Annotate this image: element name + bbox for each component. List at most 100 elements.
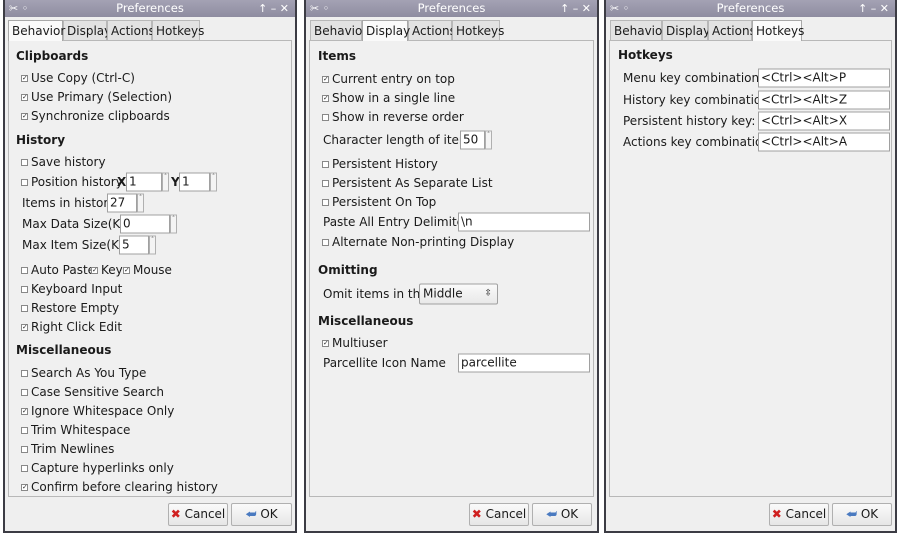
label: Use Copy (Ctrl-C) [31, 71, 135, 85]
history-key-input[interactable]: <Ctrl><Alt>Z [758, 90, 890, 110]
checkbox-checked-icon: ✓ [123, 265, 130, 274]
label: Save history [31, 155, 106, 169]
trim-newlines-checkbox[interactable]: Trim Newlines [21, 442, 114, 456]
char-length-input[interactable]: 50 [460, 130, 485, 150]
label: Restore Empty [31, 301, 120, 315]
app-menu-icon[interactable]: ✂ ◦ [310, 1, 329, 16]
restore-empty-checkbox[interactable]: Restore Empty [21, 301, 119, 315]
max-item-size-spinner[interactable]: ˄ [149, 235, 156, 255]
cancel-icon: ✖ [471, 507, 482, 521]
label: Ignore Whitespace Only [31, 404, 175, 418]
alternate-display-checkbox[interactable]: Alternate Non-printing Display [322, 235, 514, 249]
persistent-on-top-checkbox[interactable]: Persistent On Top [322, 195, 436, 209]
checkbox-checked-icon: ✓ [91, 265, 98, 274]
omit-items-select[interactable]: Middle ⇳ [419, 283, 498, 305]
label: Trim Newlines [31, 442, 115, 456]
capture-hyperlinks-checkbox[interactable]: Capture hyperlinks only [21, 461, 174, 475]
position-x-spinner[interactable]: ˄ [162, 172, 169, 192]
current-on-top-checkbox[interactable]: ✓ Current entry on top [322, 72, 455, 86]
max-data-size-input[interactable]: 0 [120, 214, 170, 234]
label: Persistent As Separate List [332, 176, 493, 190]
title-bar[interactable]: Preferences [606, 0, 895, 17]
title-bar[interactable]: Preferences [306, 0, 597, 17]
tab-behavior[interactable]: Behavior [310, 20, 367, 41]
auto-paste-checkbox[interactable]: Auto Paste [21, 263, 95, 277]
trim-whitespace-checkbox[interactable]: Trim Whitespace [21, 423, 130, 437]
label: Cancel [785, 507, 827, 521]
cancel-button[interactable]: ✖ Cancel [168, 503, 228, 526]
ok-arrow-icon: ⮨ [545, 507, 558, 521]
mouse-checkbox[interactable]: ✓ Mouse [123, 263, 172, 277]
tab-hotkeys[interactable]: Hotkeys [752, 20, 804, 41]
menu-key-input[interactable]: <Ctrl><Alt>P [758, 68, 890, 88]
icon-name-input[interactable]: parcellite [458, 353, 590, 373]
save-history-checkbox[interactable]: Save history [21, 155, 106, 169]
window-controls-icon[interactable]: ↑ – ✕ [858, 1, 889, 16]
persistent-separate-checkbox[interactable]: Persistent As Separate List [322, 176, 493, 190]
checkbox-icon [322, 238, 329, 246]
checkbox-icon [21, 266, 28, 274]
window-title: Preferences [417, 1, 486, 15]
icon-name-label: Parcellite Icon Name [323, 356, 446, 370]
tab-display[interactable]: Display [662, 20, 710, 41]
use-copy-checkbox[interactable]: ✓ Use Copy (Ctrl-C) [21, 71, 135, 85]
checkbox-checked-icon: ✓ [21, 73, 28, 82]
position-history-checkbox[interactable]: Position history [21, 175, 123, 189]
section-history: History [16, 133, 66, 147]
tab-hotkeys[interactable]: Hotkeys [152, 20, 204, 41]
char-length-spinner[interactable]: ˄ [485, 130, 492, 150]
key-checkbox[interactable]: ✓ Key [91, 263, 123, 277]
confirm-clear-checkbox[interactable]: ✓ Confirm before clearing history [21, 480, 218, 494]
single-line-checkbox[interactable]: ✓ Show in a single line [322, 91, 455, 105]
position-x-input[interactable]: 1 [126, 172, 162, 192]
section-omitting: Omitting [318, 263, 378, 277]
tab-actions[interactable]: Actions [408, 20, 456, 41]
reverse-order-checkbox[interactable]: Show in reverse order [322, 110, 464, 124]
ok-button[interactable]: ⮨ OK [231, 503, 292, 526]
cancel-button[interactable]: ✖ Cancel [469, 503, 529, 526]
tab-hotkeys[interactable]: Hotkeys [452, 20, 504, 41]
tab-behavior[interactable]: Behavior [8, 20, 65, 41]
label: Position history [31, 175, 123, 189]
checkbox-checked-icon: ✓ [21, 92, 28, 101]
label: Show in reverse order [332, 110, 464, 124]
use-primary-checkbox[interactable]: ✓ Use Primary (Selection) [21, 90, 172, 104]
position-y-input[interactable]: 1 [179, 172, 210, 192]
checkbox-checked-icon: ✓ [322, 93, 329, 102]
items-in-history-input[interactable]: 27 [107, 193, 137, 213]
position-y-spinner[interactable]: ˄ [210, 172, 217, 192]
checkbox-icon [21, 158, 28, 166]
title-bar[interactable]: Preferences [5, 0, 295, 17]
label: Confirm before clearing history [31, 480, 218, 494]
window-controls-icon[interactable]: ↑ – ✕ [560, 1, 591, 16]
search-as-you-type-checkbox[interactable]: Search As You Type [21, 366, 146, 380]
tab-actions[interactable]: Actions [708, 20, 756, 41]
app-menu-icon[interactable]: ✂ ◦ [9, 1, 28, 16]
persistent-history-checkbox[interactable]: Persistent History [322, 157, 438, 171]
case-sensitive-checkbox[interactable]: Case Sensitive Search [21, 385, 164, 399]
tab-display[interactable]: Display [362, 20, 410, 41]
synchronize-checkbox[interactable]: ✓ Synchronize clipboards [21, 109, 170, 123]
ignore-whitespace-checkbox[interactable]: ✓ Ignore Whitespace Only [21, 404, 174, 418]
actions-key-input[interactable]: <Ctrl><Alt>A [758, 132, 890, 152]
ok-button[interactable]: ⮨ OK [832, 503, 892, 526]
right-click-edit-checkbox[interactable]: ✓ Right Click Edit [21, 320, 122, 334]
tab-behavior[interactable]: Behavior [610, 20, 667, 41]
persistent-key-input[interactable]: <Ctrl><Alt>X [758, 111, 890, 131]
app-menu-icon[interactable]: ✂ ◦ [610, 1, 629, 16]
delimiter-input[interactable]: \n [458, 212, 590, 232]
max-data-size-spinner[interactable]: ˄ [170, 214, 177, 234]
ok-button[interactable]: ⮨ OK [532, 503, 592, 526]
max-item-size-input[interactable]: 5 [119, 235, 149, 255]
multiuser-checkbox[interactable]: ✓ Multiuser [322, 336, 388, 350]
label: Persistent History [332, 157, 438, 171]
cancel-button[interactable]: ✖ Cancel [769, 503, 829, 526]
persistent-key-label: Persistent history key: [623, 114, 756, 128]
checkbox-icon [21, 285, 28, 293]
keyboard-input-checkbox[interactable]: Keyboard Input [21, 282, 122, 296]
tab-actions[interactable]: Actions [107, 20, 155, 41]
window-controls-icon[interactable]: ↑ – ✕ [258, 1, 289, 16]
x-label: X [117, 175, 127, 189]
items-in-history-spinner[interactable]: ˄ [137, 193, 144, 213]
tab-display[interactable]: Display [63, 20, 111, 41]
